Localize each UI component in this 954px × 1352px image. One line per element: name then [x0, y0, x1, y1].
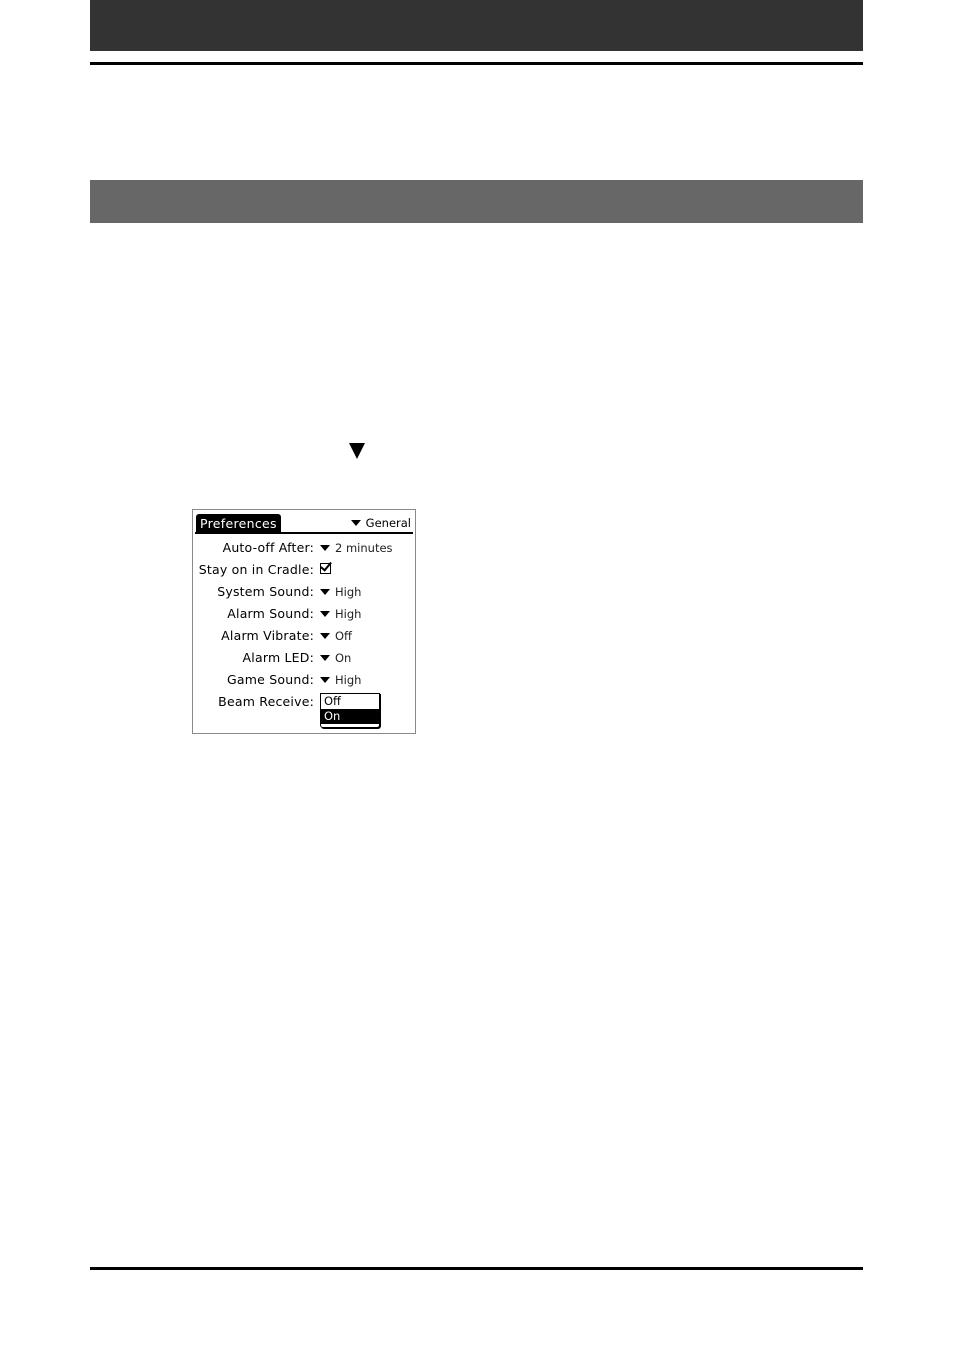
row-alarm-sound: Alarm Sound: High	[193, 604, 415, 624]
system-sound-dropdown[interactable]: High	[320, 582, 361, 602]
alarm-sound-dropdown[interactable]: High	[320, 604, 361, 624]
preferences-screen: Preferences General Auto-off After: 2 mi…	[192, 509, 416, 734]
row-system-sound: System Sound: High	[193, 582, 415, 602]
row-alarm-led: Alarm LED: On	[193, 648, 415, 668]
dropdown-triangle-icon	[320, 589, 330, 595]
alarm-led-dropdown[interactable]: On	[320, 648, 351, 668]
stay-on-checkbox[interactable]	[320, 563, 331, 574]
auto-off-dropdown[interactable]: 2 minutes	[320, 538, 393, 558]
down-triangle-icon	[349, 443, 365, 459]
row-label: Stay on in Cradle:	[198, 562, 314, 577]
row-label: Beam Receive:	[218, 694, 314, 709]
row-game-sound: Game Sound: High	[193, 670, 415, 690]
footer-divider	[90, 1267, 863, 1270]
dropdown-value: 2 minutes	[335, 541, 393, 555]
popup-option-off[interactable]: Off	[321, 694, 379, 709]
dropdown-triangle-icon	[320, 545, 330, 551]
dropdown-value: High	[335, 607, 362, 621]
game-sound-dropdown[interactable]: High	[320, 670, 361, 690]
row-label: Auto-off After:	[222, 540, 314, 555]
row-stay-on-in-cradle: Stay on in Cradle:	[193, 560, 415, 580]
alarm-vibrate-dropdown[interactable]: Off	[320, 626, 352, 646]
row-label: Alarm LED:	[242, 650, 314, 665]
row-label: Game Sound:	[227, 672, 314, 687]
title-bar: Preferences General	[195, 513, 413, 534]
header-divider	[90, 62, 863, 65]
beam-receive-popup-list[interactable]: Off On	[320, 693, 380, 728]
row-label: Alarm Sound:	[227, 606, 314, 621]
category-value: General	[365, 516, 411, 530]
category-picker[interactable]: General	[350, 514, 411, 532]
row-label: System Sound:	[217, 584, 314, 599]
row-alarm-vibrate: Alarm Vibrate: Off	[193, 626, 415, 646]
app-title-tab: Preferences	[196, 514, 281, 532]
dropdown-triangle-icon	[320, 677, 330, 683]
row-label: Alarm Vibrate:	[221, 628, 314, 643]
dropdown-value: High	[335, 673, 362, 687]
header-bar	[90, 0, 863, 51]
dropdown-triangle-icon	[320, 633, 330, 639]
dropdown-triangle-icon	[350, 520, 361, 526]
row-auto-off: Auto-off After: 2 minutes	[193, 538, 415, 558]
popup-option-on-selected[interactable]: On	[321, 709, 379, 724]
dropdown-value: Off	[335, 629, 352, 643]
section-heading-bar	[90, 180, 863, 223]
dropdown-triangle-icon	[320, 655, 330, 661]
dropdown-value: On	[335, 651, 352, 665]
row-beam-receive: Beam Receive:	[193, 692, 415, 712]
dropdown-value: High	[335, 585, 362, 599]
dropdown-triangle-icon	[320, 611, 330, 617]
